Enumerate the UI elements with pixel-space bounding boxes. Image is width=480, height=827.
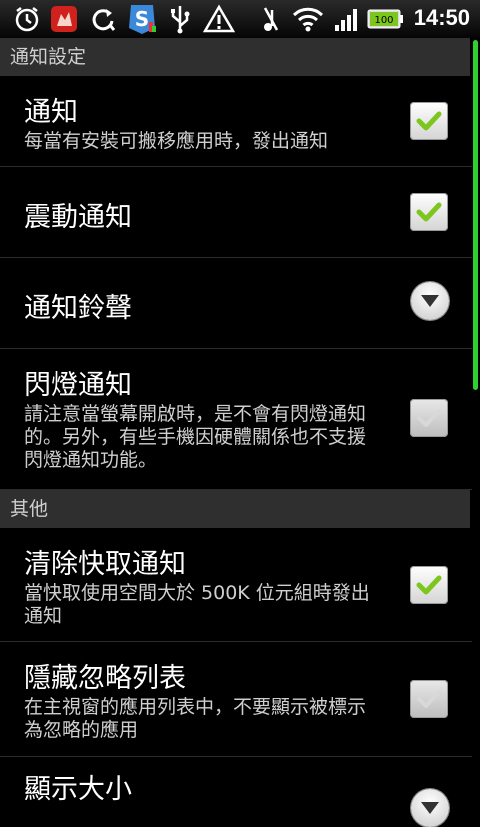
scrollbar-thumb[interactable] [473, 40, 478, 390]
pref-clear-cache-notification[interactable]: 清除快取通知 當快取使用空間大於 500K 位元組時發出通知 [0, 528, 472, 642]
signal-icon [332, 4, 362, 34]
pref-summary: 當快取使用空間大於 500K 位元組時發出通知 [24, 582, 370, 627]
pref-title: 通知鈴聲 [24, 293, 132, 324]
notification-checkbox[interactable] [410, 102, 448, 140]
pref-title: 通知 [24, 97, 78, 128]
mute-icon [258, 4, 284, 34]
pref-title: 清除快取通知 [24, 549, 186, 580]
clear-cache-checkbox[interactable] [410, 566, 448, 604]
pref-notification[interactable]: 通知 每當有安裝可搬移應用時，發出通知 [0, 76, 472, 167]
checkmark-icon [416, 111, 442, 131]
svg-text:S: S [135, 7, 149, 31]
display-size-dropdown[interactable] [411, 789, 449, 827]
pref-led-notification[interactable]: 閃燈通知 請注意當螢幕開啟時，是不會有閃燈通知的。另外，有些手機因硬體關係也不支… [0, 349, 472, 490]
pref-summary: 請注意當螢幕開啟時，是不會有閃燈通知的。另外，有些手機因硬體關係也不支援閃燈通知… [24, 403, 367, 471]
battery-level-text: 100 [374, 15, 393, 26]
usb-icon [166, 4, 194, 34]
led-checkbox[interactable] [410, 399, 448, 437]
app-notification-icon [48, 4, 80, 34]
section-header-notification-settings: 通知設定 [0, 38, 470, 76]
checkmark-icon [417, 690, 441, 708]
pref-display-size[interactable]: 顯示大小 [0, 757, 472, 827]
alarm-icon [12, 4, 42, 34]
vibrate-checkbox[interactable] [410, 193, 448, 231]
battery-icon: 100 [367, 4, 403, 34]
checkmark-icon [416, 202, 442, 222]
pref-title: 震動通知 [24, 202, 132, 233]
checkmark-icon [417, 409, 441, 427]
pref-title: 閃燈通知 [24, 370, 132, 401]
pref-vibrate-notification[interactable]: 震動通知 [0, 167, 472, 258]
status-bar: S 100 14:50 [0, 0, 480, 38]
pref-hide-ignore-list[interactable]: 隱藏忽略列表 在主視窗的應用列表中，不要顯示被標示為忽略的應用 [0, 642, 472, 757]
pref-title: 隱藏忽略列表 [24, 663, 186, 694]
ringtone-dropdown[interactable] [411, 282, 449, 320]
sync-icon [87, 4, 119, 34]
checkmark-icon [416, 575, 442, 595]
pref-notification-ringtone[interactable]: 通知鈴聲 [0, 258, 472, 349]
section-header-other: 其他 [0, 490, 470, 528]
chevron-down-icon [421, 295, 439, 307]
pref-title: 顯示大小 [24, 774, 132, 805]
hide-ignore-checkbox[interactable] [410, 680, 448, 718]
warning-icon [202, 4, 236, 34]
wifi-icon [290, 4, 326, 34]
pref-summary: 每當有安裝可搬移應用時，發出通知 [24, 130, 329, 152]
s-app-icon: S [124, 4, 160, 34]
pref-summary: 在主視窗的應用列表中，不要顯示被標示為忽略的應用 [24, 696, 367, 741]
chevron-down-icon [421, 802, 439, 814]
clock-time: 14:50 [413, 5, 470, 30]
